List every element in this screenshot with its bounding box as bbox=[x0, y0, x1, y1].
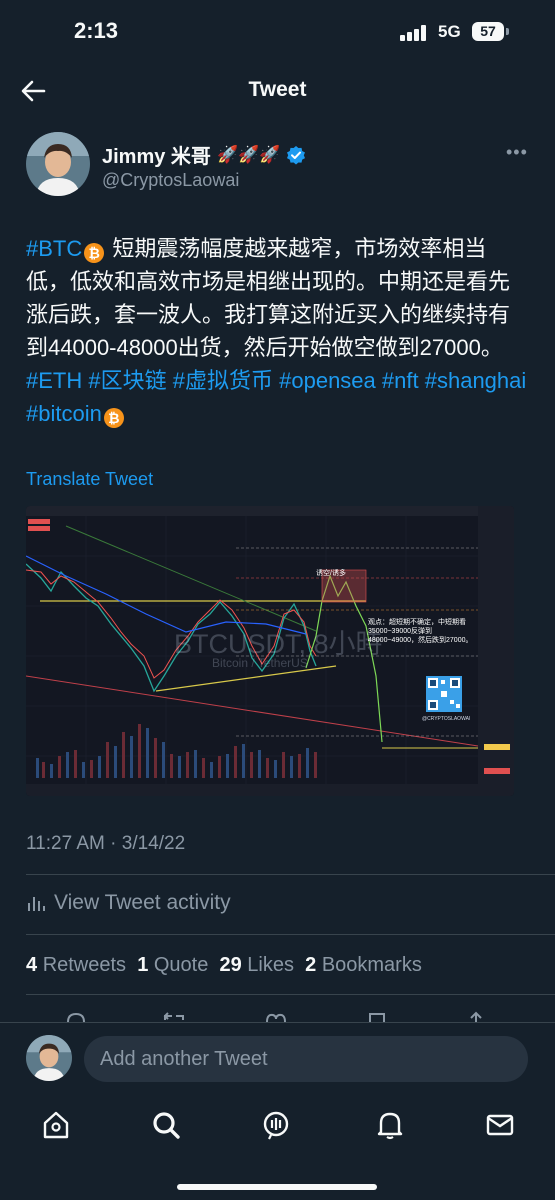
qr-caption: @CRYPTOSLAOWAI bbox=[422, 716, 471, 722]
network-label: 5G bbox=[438, 22, 461, 41]
activity-label: View Tweet activity bbox=[54, 891, 231, 914]
tweet-timestamp[interactable]: 11:27 AM · 3/14/22 bbox=[26, 833, 185, 855]
hashtag-link[interactable]: #bitcoin bbox=[26, 401, 102, 426]
status-bar: 2:13 5G 57 bbox=[0, 0, 555, 66]
chart-watermark-sub: Bitcoin / TetherUS bbox=[212, 656, 308, 670]
author-name[interactable]: Jimmy 米哥 bbox=[102, 140, 211, 169]
page-title: Tweet bbox=[248, 78, 307, 101]
battery-tip bbox=[506, 28, 509, 35]
status-time: 2:13 bbox=[74, 18, 119, 43]
retweets-stat[interactable]: 4 Retweets bbox=[26, 954, 126, 976]
home-icon[interactable] bbox=[39, 1108, 73, 1142]
divider bbox=[26, 934, 555, 935]
chart-note: 观点：超短期不确定，中短期看35000~39000反弹到48000~49000，… bbox=[368, 619, 473, 644]
more-options-icon[interactable]: ••• bbox=[506, 142, 528, 163]
analytics-icon bbox=[28, 897, 45, 911]
reply-bar bbox=[0, 1022, 555, 1099]
search-icon[interactable] bbox=[149, 1108, 183, 1142]
author-handle[interactable]: @CryptosLaowai bbox=[102, 170, 239, 191]
share-icon[interactable] bbox=[464, 1010, 488, 1022]
spaces-icon[interactable] bbox=[259, 1108, 293, 1142]
verified-badge-icon bbox=[287, 145, 306, 164]
avatar[interactable] bbox=[26, 132, 90, 196]
reply-input[interactable] bbox=[84, 1036, 528, 1082]
hashtag-link[interactable]: #nft bbox=[382, 368, 419, 393]
bookmark-icon[interactable] bbox=[365, 1010, 389, 1022]
hashtag-link[interactable]: #opensea bbox=[279, 368, 376, 393]
avatar[interactable] bbox=[26, 1035, 72, 1081]
hashtag-link[interactable]: #虚拟货币 bbox=[173, 368, 273, 393]
qr-code bbox=[426, 676, 462, 712]
bookmarks-stat[interactable]: 2 Bookmarks bbox=[305, 954, 422, 976]
tweet-text: #BTC ₿ 短期震荡幅度越来越窄，市场效率相当低，低效和高效市场是相继出现的。中… bbox=[26, 232, 530, 430]
rocket-emojis: 🚀🚀🚀 bbox=[216, 144, 281, 164]
view-tweet-activity[interactable]: View Tweet activity bbox=[26, 891, 231, 915]
reply-icon[interactable] bbox=[64, 1010, 88, 1022]
like-icon[interactable] bbox=[264, 1010, 288, 1022]
hashtag-link[interactable]: #BTC bbox=[26, 236, 82, 261]
battery-icon: 57 bbox=[472, 22, 504, 41]
bitcoin-icon: ₿ bbox=[84, 243, 105, 263]
translate-tweet-link[interactable]: Translate Tweet bbox=[26, 469, 153, 490]
author-name-row: Jimmy 米哥 🚀🚀🚀 bbox=[102, 140, 306, 169]
messages-icon[interactable] bbox=[483, 1108, 517, 1142]
quotes-stat[interactable]: 1 Quote bbox=[137, 954, 208, 976]
chart-tag: 诱空/诱多 bbox=[316, 570, 346, 577]
likes-stat[interactable]: 29 Likes bbox=[219, 954, 294, 976]
divider bbox=[26, 874, 555, 875]
engagement-stats: 4 Retweets 1 Quote 29 Likes 2 Bookmarks bbox=[26, 954, 422, 977]
hashtag-link[interactable]: #ETH bbox=[26, 368, 82, 393]
home-indicator bbox=[177, 1184, 377, 1190]
signal-icon bbox=[400, 25, 428, 41]
divider bbox=[26, 994, 555, 995]
hashtag-link[interactable]: #shanghai bbox=[425, 368, 527, 393]
tweet-image-chart[interactable]: BTCUSDT, 8小時 Bitcoin / TetherUS 诱空/诱多 观点… bbox=[26, 506, 514, 796]
hashtag-link[interactable]: #区块链 bbox=[88, 368, 166, 393]
notifications-icon[interactable] bbox=[373, 1108, 407, 1142]
header: Tweet bbox=[0, 66, 555, 116]
bitcoin-icon: ₿ bbox=[103, 408, 124, 428]
retweet-icon[interactable] bbox=[162, 1010, 186, 1022]
